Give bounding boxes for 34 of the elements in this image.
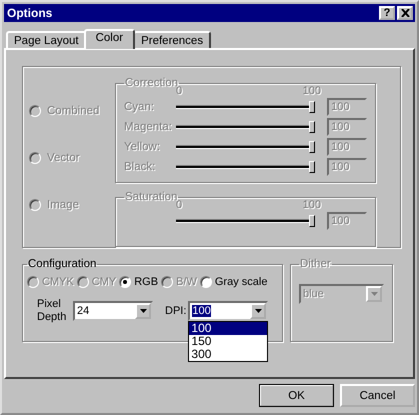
radio-label: Vector xyxy=(47,152,80,164)
radio-label: Gray scale xyxy=(214,276,268,288)
field-label: DPI: xyxy=(165,305,186,317)
help-button[interactable]: ? xyxy=(379,6,395,20)
radio-label: CMYK xyxy=(42,276,74,288)
radio-button[interactable] xyxy=(200,276,212,288)
tab[interactable]: Preferences xyxy=(133,31,212,48)
dpi-dropdown[interactable]: 100 xyxy=(188,301,268,321)
dropdown-option[interactable]: 100 xyxy=(189,322,268,335)
dialog-button[interactable]: OK xyxy=(259,384,334,407)
radio-label: Combined xyxy=(47,105,100,117)
slider-label: Yellow: xyxy=(124,141,162,153)
radio-label: CMY xyxy=(92,276,116,288)
slider-label: Magenta: xyxy=(124,121,173,133)
scale-label: 0 xyxy=(176,85,182,97)
scale-label: 100 xyxy=(302,85,321,97)
radio-label: Image xyxy=(47,199,79,211)
scale-label: 0 xyxy=(176,199,182,211)
close-icon xyxy=(400,9,410,17)
pixel-depth-dropdown[interactable]: 24 xyxy=(73,301,153,321)
slider-label: Cyan: xyxy=(124,101,156,113)
tab[interactable]: Color xyxy=(84,29,136,49)
dropdown-option[interactable]: 300 xyxy=(189,348,268,361)
dropdown-option[interactable]: 150 xyxy=(189,335,268,348)
radio-label: RGB xyxy=(134,276,158,288)
dialog-button[interactable]: Cancel xyxy=(340,384,415,407)
window-title: Options xyxy=(7,6,52,20)
radio-label: B/W xyxy=(176,276,197,288)
scale-label: 100 xyxy=(302,199,321,211)
group-title: Configuration xyxy=(27,258,98,270)
radio-button[interactable] xyxy=(119,276,132,288)
field-label: Pixel Depth xyxy=(37,298,68,324)
close-button[interactable] xyxy=(397,6,413,20)
slider-label: Black: xyxy=(124,161,156,173)
